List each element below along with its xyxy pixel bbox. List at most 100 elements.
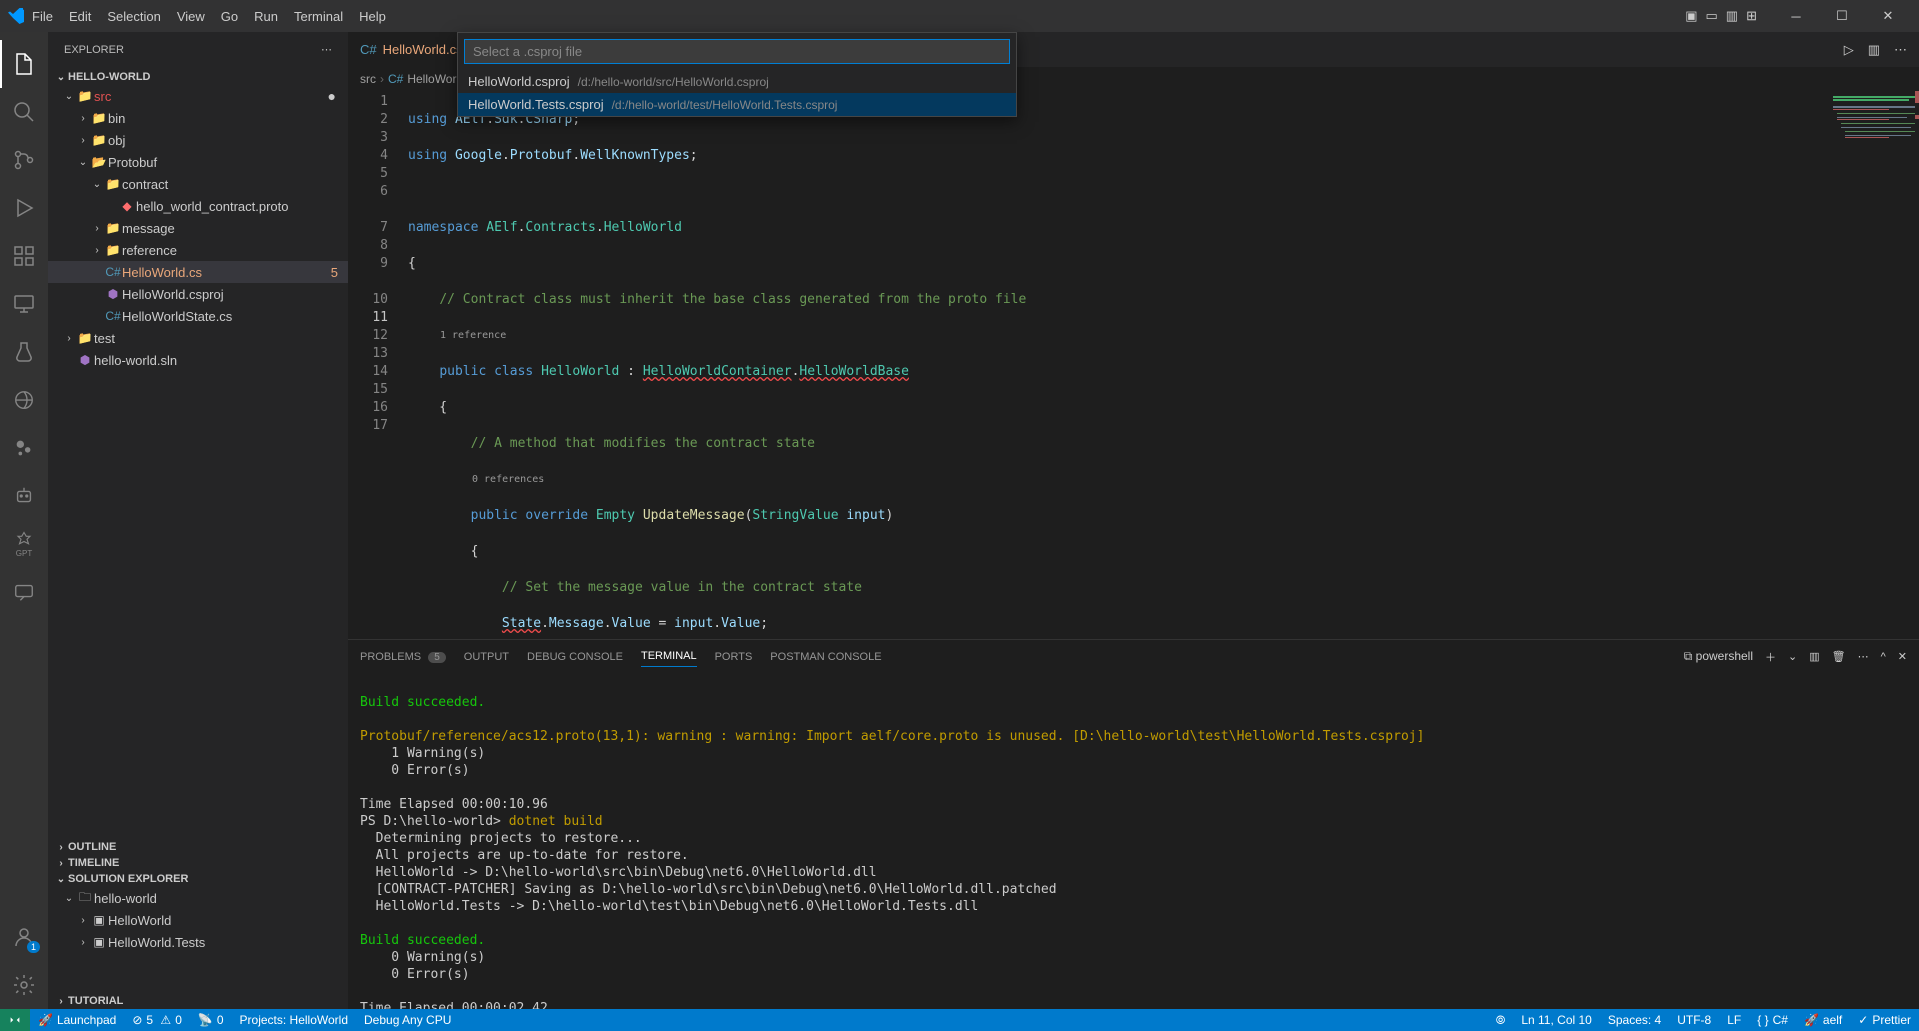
testing-icon[interactable] xyxy=(0,328,48,376)
new-terminal-icon[interactable]: ＋ xyxy=(1765,649,1776,665)
run-debug-icon[interactable] xyxy=(0,184,48,232)
explorer-icon[interactable] xyxy=(0,40,48,88)
folder-protobuf[interactable]: ⌄ 📂 Protobuf xyxy=(48,151,348,173)
folder-src[interactable]: ⌄ 📁 src ● xyxy=(48,85,348,107)
menu-run[interactable]: Run xyxy=(246,7,286,26)
file-helloworldstate-cs[interactable]: C# HelloWorldState.cs xyxy=(48,305,348,327)
live-preview-icon[interactable] xyxy=(0,376,48,424)
terminal-dropdown-icon[interactable]: ⌄ xyxy=(1788,650,1797,663)
outline-section[interactable]: ›OUTLINE xyxy=(48,839,348,855)
layout-secondary-sidebar-icon[interactable]: ▥ xyxy=(1726,8,1738,24)
layout-primary-sidebar-icon[interactable]: ▣ xyxy=(1685,8,1697,24)
codelens-references[interactable]: 1 reference xyxy=(408,327,1829,345)
menu-terminal[interactable]: Terminal xyxy=(286,7,351,26)
bot-icon[interactable] xyxy=(0,472,48,520)
file-sln[interactable]: ⬢ hello-world.sln xyxy=(48,349,348,371)
status-line-col[interactable]: Ln 11, Col 10 xyxy=(1513,1009,1600,1031)
code-editor[interactable]: 1234 5678 91011 12131415 1617 using AElf… xyxy=(348,91,1919,639)
remote-explorer-icon[interactable] xyxy=(0,280,48,328)
solution-project-1[interactable]: › ▣ HelloWorld xyxy=(48,909,348,931)
maximize-button[interactable]: ☐ xyxy=(1819,8,1865,24)
close-window-button[interactable]: ✕ xyxy=(1865,8,1911,24)
explorer-more-icon[interactable]: ⋯ xyxy=(321,43,332,56)
panel-tab-terminal[interactable]: TERMINAL xyxy=(641,646,697,667)
panel-tab-debug[interactable]: DEBUG CONSOLE xyxy=(527,647,623,667)
layout-customize-icon[interactable]: ⊞ xyxy=(1746,8,1757,24)
maximize-panel-icon[interactable]: ^ xyxy=(1881,651,1886,663)
editor-area: C# HelloWorld.cs 5 ● ▷ ▥ ⋯ src › C# Hell… xyxy=(348,32,1919,1009)
status-output-icon[interactable]: ⦾ xyxy=(1488,1009,1514,1031)
terminal-content[interactable]: Build succeeded. Protobuf/reference/acs1… xyxy=(348,673,1919,1009)
close-panel-icon[interactable]: ✕ xyxy=(1898,650,1907,663)
split-terminal-icon[interactable]: ▥ xyxy=(1809,650,1819,663)
menu-help[interactable]: Help xyxy=(351,7,394,26)
folder-contract[interactable]: ⌄ 📁 contract xyxy=(48,173,348,195)
code-content[interactable]: using AElf.Sdk.CSharp; using Google.Prot… xyxy=(408,91,1829,639)
solution-explorer-section[interactable]: ⌄SOLUTION EXPLORER xyxy=(48,871,348,887)
panel-tab-postman[interactable]: POSTMAN CONSOLE xyxy=(770,647,881,667)
status-bar: 🚀 Launchpad ⊘ 5 ⚠ 0 📡 0 Projects: HelloW… xyxy=(0,1009,1919,1031)
folder-reference[interactable]: › 📁 reference xyxy=(48,239,348,261)
file-helloworld-csproj[interactable]: ⬢ HelloWorld.csproj xyxy=(48,283,348,305)
titlebar: File Edit Selection View Go Run Terminal… xyxy=(0,0,1919,32)
split-editor-icon[interactable]: ▥ xyxy=(1868,42,1880,58)
tutorial-section[interactable]: ›TUTORIAL xyxy=(48,993,348,1009)
gpt-icon[interactable]: GPT xyxy=(0,520,48,568)
csharp-file-icon: C# xyxy=(360,42,377,57)
status-debug-config[interactable]: Debug Any CPU xyxy=(356,1009,459,1031)
status-projects[interactable]: Projects: HelloWorld xyxy=(232,1009,356,1031)
terminal-more-icon[interactable]: ⋯ xyxy=(1858,650,1869,663)
panel-tab-output[interactable]: OUTPUT xyxy=(464,647,509,667)
file-proto[interactable]: ◆ hello_world_contract.proto xyxy=(48,195,348,217)
menu-selection[interactable]: Selection xyxy=(99,7,168,26)
minimize-button[interactable]: ─ xyxy=(1773,9,1819,24)
quick-pick-item-2[interactable]: HelloWorld.Tests.csproj /d:/hello-world/… xyxy=(458,93,1016,116)
extensions-icon[interactable] xyxy=(0,232,48,280)
comment-icon[interactable] xyxy=(0,568,48,616)
folder-bin[interactable]: › 📁 bin xyxy=(48,107,348,129)
project-root[interactable]: ⌄ HELLO-WORLD xyxy=(48,69,348,85)
panel-tab-ports[interactable]: PORTS xyxy=(715,647,753,667)
status-problems[interactable]: ⊘ 5 ⚠ 0 xyxy=(124,1009,190,1031)
status-eol[interactable]: LF xyxy=(1719,1009,1749,1031)
vscode-logo xyxy=(8,8,24,24)
status-language[interactable]: { } C# xyxy=(1749,1009,1796,1031)
accounts-icon[interactable]: 1 xyxy=(0,913,48,961)
status-encoding[interactable]: UTF-8 xyxy=(1669,1009,1719,1031)
modified-dot-icon: ● xyxy=(328,88,336,104)
minimap[interactable] xyxy=(1829,91,1919,639)
quick-pick-item-1[interactable]: HelloWorld.csproj /d:/hello-world/src/He… xyxy=(458,70,1016,93)
csharp-file-icon: C# xyxy=(388,72,403,86)
status-aelf[interactable]: 🚀 aelf xyxy=(1796,1009,1850,1031)
status-spaces[interactable]: Spaces: 4 xyxy=(1600,1009,1669,1031)
solution-root[interactable]: ⌄ 🗀 hello-world xyxy=(48,887,348,909)
folder-message[interactable]: › 📁 message xyxy=(48,217,348,239)
layout-panel-icon[interactable]: ▭ xyxy=(1706,8,1718,24)
panel-tab-problems[interactable]: PROBLEMS 5 xyxy=(360,647,446,667)
menu-edit[interactable]: Edit xyxy=(61,7,99,26)
menu-go[interactable]: Go xyxy=(213,7,246,26)
source-control-icon[interactable] xyxy=(0,136,48,184)
menu-file[interactable]: File xyxy=(24,7,61,26)
aelf-icon[interactable] xyxy=(0,424,48,472)
folder-test[interactable]: › 📁 test xyxy=(48,327,348,349)
explorer-title: EXPLORER xyxy=(64,44,124,56)
status-launchpad[interactable]: 🚀 Launchpad xyxy=(30,1009,124,1031)
status-ports[interactable]: 📡 0 xyxy=(190,1009,232,1031)
search-icon[interactable] xyxy=(0,88,48,136)
settings-gear-icon[interactable] xyxy=(0,961,48,1009)
solution-project-2[interactable]: › ▣ HelloWorld.Tests xyxy=(48,931,348,953)
menu-view[interactable]: View xyxy=(169,7,213,26)
timeline-section[interactable]: ›TIMELINE xyxy=(48,855,348,871)
error-count-badge: 5 xyxy=(331,265,338,280)
remote-indicator[interactable] xyxy=(0,1009,30,1031)
terminal-shell-label[interactable]: ⧉ powershell xyxy=(1684,649,1753,664)
codelens-references[interactable]: 0 references xyxy=(408,471,1829,489)
file-helloworld-cs[interactable]: C# HelloWorld.cs 5 xyxy=(48,261,348,283)
quick-pick-input[interactable] xyxy=(464,39,1010,64)
tab-more-icon[interactable]: ⋯ xyxy=(1894,42,1907,58)
status-prettier[interactable]: ✓ Prettier xyxy=(1850,1009,1919,1031)
folder-obj[interactable]: › 📁 obj xyxy=(48,129,348,151)
run-icon[interactable]: ▷ xyxy=(1844,42,1854,58)
kill-terminal-icon[interactable]: 🗑 xyxy=(1832,650,1846,663)
